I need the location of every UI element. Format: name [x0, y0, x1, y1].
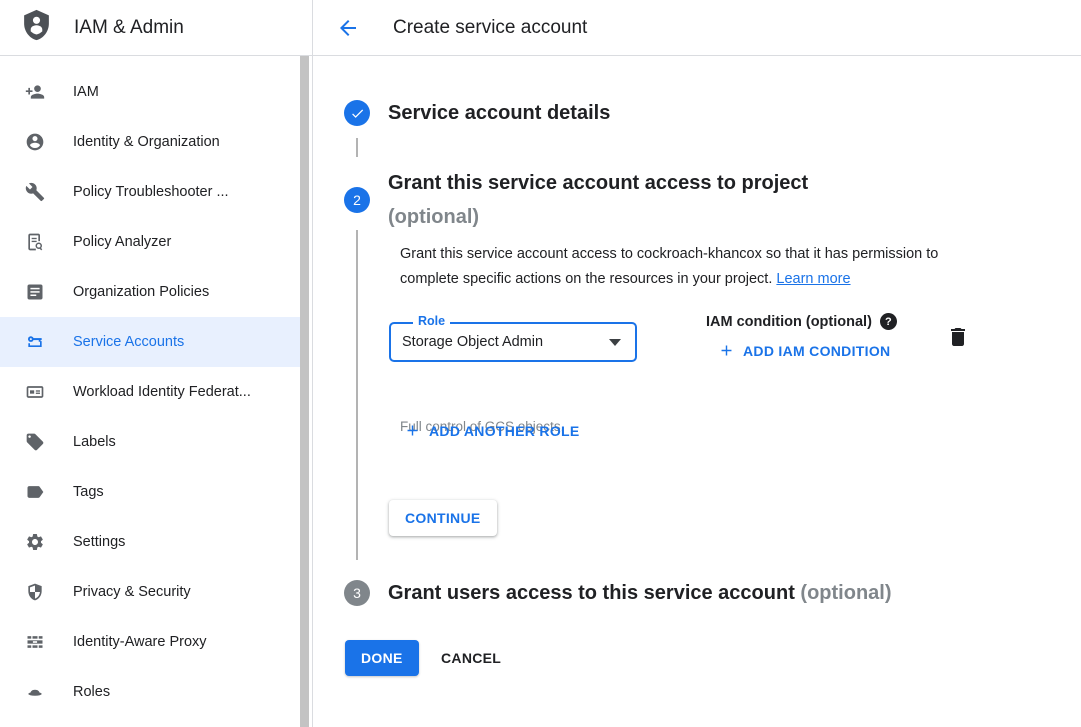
- sidebar-item-identity-organization[interactable]: Identity & Organization: [0, 117, 300, 167]
- sidebar-item-label: Workload Identity Federat...: [73, 384, 251, 400]
- sidebar-item-label: Identity-Aware Proxy: [73, 634, 207, 650]
- app-title: IAM & Admin: [74, 17, 184, 39]
- sidebar: IAM Identity & Organization Policy Troub…: [0, 56, 313, 727]
- step-3-title-text: Grant users access to this service accou…: [388, 582, 795, 604]
- sidebar-item-label: Service Accounts: [73, 334, 184, 350]
- step-1-complete-check-icon: [344, 100, 370, 126]
- continue-button[interactable]: CONTINUE: [389, 500, 497, 536]
- add-another-role-button[interactable]: ADD ANOTHER ROLE: [404, 422, 580, 439]
- sidebar-item-organization-policies[interactable]: Organization Policies: [0, 267, 300, 317]
- help-icon[interactable]: ?: [880, 313, 897, 330]
- delete-role-trash-icon[interactable]: [946, 325, 970, 349]
- product-header: IAM & Admin: [0, 0, 313, 55]
- sidebar-item-policy-analyzer[interactable]: Policy Analyzer: [0, 217, 300, 267]
- sidebar-item-label: Identity & Organization: [73, 134, 220, 150]
- step-2-description: Grant this service account access to coc…: [400, 242, 986, 292]
- sidebar-item-label: Roles: [73, 684, 110, 700]
- sidebar-item-tags[interactable]: Tags: [0, 467, 300, 517]
- step-connector: [356, 230, 358, 560]
- step-3-number-badge: 3: [344, 580, 370, 606]
- plus-icon: [718, 342, 735, 359]
- sidebar-scrollbar[interactable]: [300, 56, 309, 727]
- step-2-title-text: Grant this service account access to pro…: [388, 172, 808, 194]
- sidebar-item-roles[interactable]: Roles: [0, 667, 300, 717]
- sidebar-scrollbar-thumb[interactable]: [300, 56, 309, 727]
- sidebar-item-service-accounts[interactable]: Service Accounts: [0, 317, 300, 367]
- iam-condition-label: IAM condition (optional) ?: [706, 313, 897, 330]
- add-iam-condition-label: ADD IAM CONDITION: [743, 343, 890, 359]
- sidebar-item-settings[interactable]: Settings: [0, 517, 300, 567]
- sidebar-item-label: Settings: [73, 534, 125, 550]
- step-connector: [356, 138, 358, 157]
- page-header: Create service account: [313, 0, 1081, 55]
- sidebar-item-policy-troubleshooter[interactable]: Policy Troubleshooter ...: [0, 167, 300, 217]
- back-arrow-icon[interactable]: [336, 16, 360, 40]
- plus-icon: [404, 422, 421, 439]
- service-account-key-icon: [25, 332, 45, 352]
- sidebar-item-label: Privacy & Security: [73, 584, 191, 600]
- policy-analyzer-icon: [25, 232, 45, 252]
- sidebar-item-label: Policy Troubleshooter ...: [73, 184, 229, 200]
- step-2-title: Grant this service account access to pro…: [388, 166, 808, 234]
- done-button[interactable]: DONE: [345, 640, 419, 676]
- card-icon: [25, 382, 45, 402]
- step-2-optional-label: (optional): [388, 206, 479, 228]
- sidebar-item-label: Tags: [73, 484, 104, 500]
- sidebar-item-privacy-security[interactable]: Privacy & Security: [0, 567, 300, 617]
- role-select[interactable]: Storage Object Admin: [389, 322, 637, 362]
- identity-icon: [25, 132, 45, 152]
- step-3-title: Grant users access to this service accou…: [388, 582, 892, 605]
- roles-hat-icon: [25, 682, 45, 702]
- shield-icon: [25, 582, 45, 602]
- document-icon: [25, 282, 45, 302]
- proxy-icon: [25, 632, 45, 652]
- page-title: Create service account: [393, 17, 587, 39]
- sidebar-item-label: Organization Policies: [73, 284, 209, 300]
- create-service-account-page: IAM & Admin Create service account IAM I…: [0, 0, 1081, 727]
- step-3-optional-label: (optional): [800, 582, 891, 604]
- gear-icon: [25, 532, 45, 552]
- cancel-button[interactable]: CANCEL: [425, 640, 517, 676]
- chevron-down-icon: [609, 339, 621, 346]
- sidebar-item-label: IAM: [73, 84, 99, 100]
- person-add-icon: [25, 82, 45, 102]
- step-2-description-text: Grant this service account access to coc…: [400, 246, 938, 287]
- tag-icon: [25, 482, 45, 502]
- top-bar: IAM & Admin Create service account: [0, 0, 1081, 56]
- iam-condition-label-text: IAM condition (optional): [706, 314, 872, 330]
- label-icon: [25, 432, 45, 452]
- sidebar-item-iam[interactable]: IAM: [0, 67, 300, 117]
- add-iam-condition-button[interactable]: ADD IAM CONDITION: [718, 342, 890, 359]
- step-1-title: Service account details: [388, 102, 610, 125]
- role-select-value: Storage Object Admin: [402, 334, 609, 350]
- wizard-content: Service account details 2 Grant this ser…: [313, 56, 1081, 727]
- step-2-number-badge: 2: [344, 187, 370, 213]
- step-3-grant-users-access: 3 Grant users access to this service acc…: [344, 580, 892, 606]
- wrench-icon: [25, 182, 45, 202]
- sidebar-item-labels[interactable]: Labels: [0, 417, 300, 467]
- step-1-service-account-details: Service account details: [344, 100, 610, 126]
- sidebar-item-label: Labels: [73, 434, 116, 450]
- add-another-role-label: ADD ANOTHER ROLE: [429, 423, 580, 439]
- role-field-label: Role: [413, 314, 450, 328]
- sidebar-item-workload-identity-federation[interactable]: Workload Identity Federat...: [0, 367, 300, 417]
- sidebar-item-label: Policy Analyzer: [73, 234, 171, 250]
- iam-admin-shield-icon: [20, 7, 53, 48]
- learn-more-link[interactable]: Learn more: [776, 271, 850, 287]
- sidebar-item-identity-aware-proxy[interactable]: Identity-Aware Proxy: [0, 617, 300, 667]
